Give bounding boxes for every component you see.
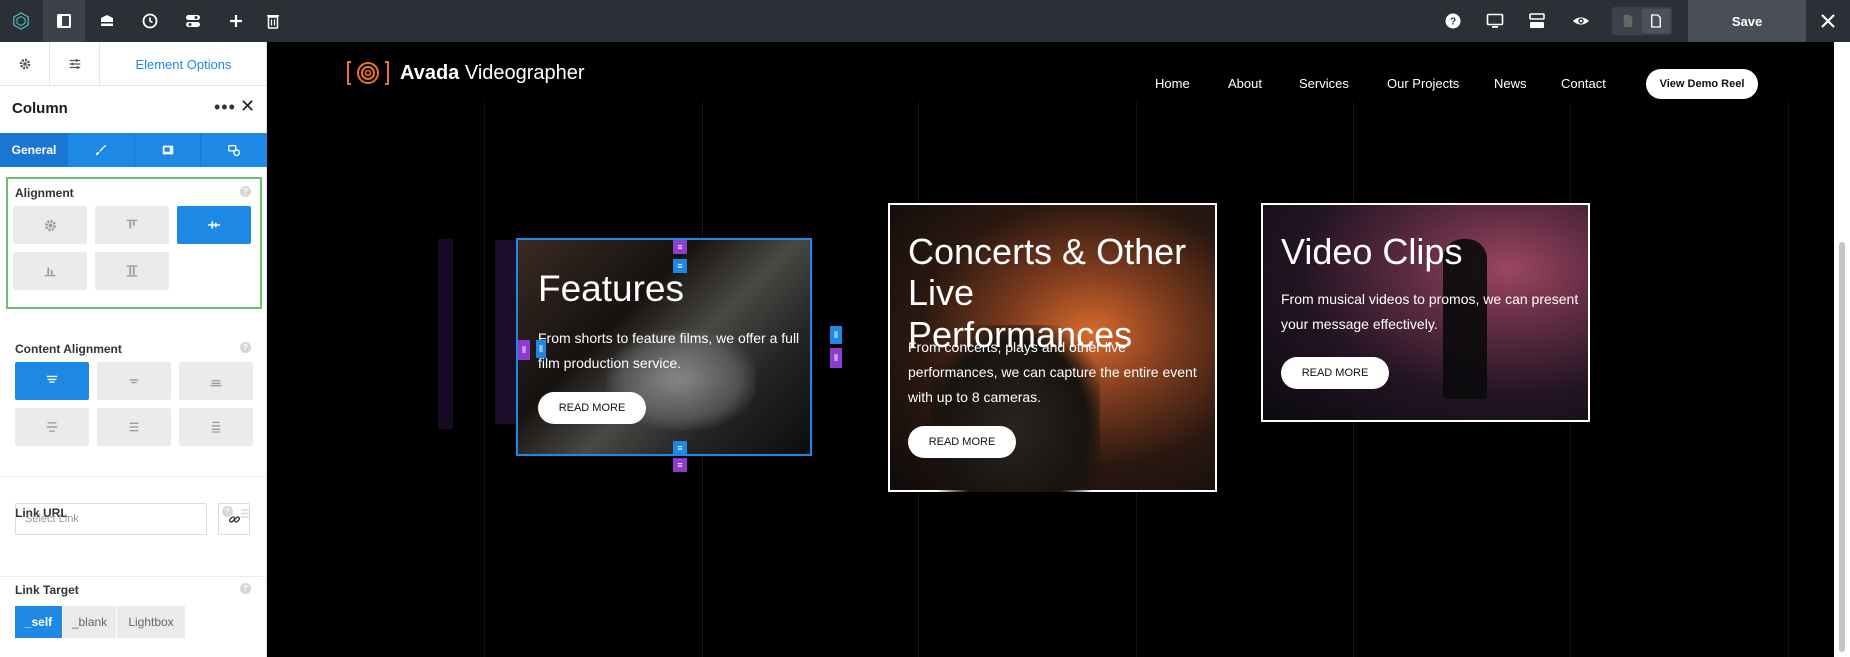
card-title: Video Clips xyxy=(1281,231,1463,272)
move-handle-icon[interactable]: ≡ xyxy=(673,240,687,254)
align-default-button[interactable] xyxy=(13,206,87,244)
sidebar-tabs: Element Options xyxy=(0,42,266,86)
margin-handle-icon[interactable]: ≡ xyxy=(673,458,687,472)
page-icon[interactable] xyxy=(1614,9,1642,33)
view-demo-reel-button[interactable]: View Demo Reel xyxy=(1646,69,1758,99)
svg-text:?: ? xyxy=(1450,17,1456,28)
panel-title: Column xyxy=(12,100,68,117)
grid-line xyxy=(1788,102,1789,657)
grid-line xyxy=(484,102,485,657)
alignment-label: Alignment xyxy=(15,186,74,200)
nav-services[interactable]: Services xyxy=(1299,76,1349,91)
save-button[interactable]: Save xyxy=(1688,0,1806,42)
video-clips-card[interactable]: Video Clips From musical videos to promo… xyxy=(1261,203,1590,422)
link-icon[interactable] xyxy=(218,503,250,535)
link-target-blank-button[interactable]: _blank xyxy=(63,606,116,638)
content-align-top-button[interactable] xyxy=(15,362,89,400)
help-icon[interactable]: ? xyxy=(240,342,251,353)
concerts-card[interactable]: Concerts & Other Live Performances From … xyxy=(888,203,1217,492)
alignment-section: Alignment ? xyxy=(6,177,262,309)
resize-handle-icon[interactable]: ⦀ xyxy=(830,326,842,344)
site-name: Avada Videographer xyxy=(400,61,585,84)
content-alignment-label: Content Alignment xyxy=(15,342,122,356)
builder-options-icon[interactable] xyxy=(172,0,214,42)
library-icon[interactable] xyxy=(86,0,128,42)
delete-icon[interactable] xyxy=(252,0,294,42)
card-text: From shorts to feature films, we offer a… xyxy=(538,330,800,371)
scrollbar-thumb[interactable] xyxy=(1839,242,1845,652)
content-alignment-section: Content Alignment ? xyxy=(0,324,267,477)
read-more-button[interactable]: READ MORE xyxy=(908,426,1016,458)
help-icon[interactable]: ? xyxy=(240,583,251,594)
card-text: From concerts, plays and other live perf… xyxy=(908,339,1197,405)
desktop-icon[interactable] xyxy=(1474,0,1516,42)
layout-icon[interactable] xyxy=(1516,0,1558,42)
close-icon[interactable] xyxy=(1806,0,1850,42)
sidebar-toggle-icon[interactable] xyxy=(43,0,85,42)
card-text: From musical videos to promos, we can pr… xyxy=(1281,291,1579,332)
padding-handle-icon[interactable]: ≡ xyxy=(673,441,687,455)
page-active-icon[interactable] xyxy=(1642,9,1670,33)
read-more-button[interactable]: READ MORE xyxy=(1281,357,1389,389)
nav-our-projects[interactable]: Our Projects xyxy=(1387,76,1459,91)
card-title: Features xyxy=(538,268,685,309)
media-icon[interactable] xyxy=(134,133,200,167)
page-preview: Avada Videographer Home About Services O… xyxy=(268,42,1834,657)
panel-header: Column ••• ✕ xyxy=(0,86,266,130)
help-icon[interactable]: ? xyxy=(240,186,251,197)
option-tabs: General xyxy=(0,133,267,167)
gear-icon[interactable] xyxy=(0,42,50,86)
element-options-sidebar: Element Options Column ••• ✕ General Ali… xyxy=(0,42,267,657)
nav-news[interactable]: News xyxy=(1494,76,1527,91)
more-options-icon[interactable]: ••• xyxy=(214,97,236,118)
help-icon[interactable]: ? xyxy=(1432,0,1474,42)
resize-handle-icon[interactable]: ⦀ xyxy=(536,340,546,358)
extras-icon[interactable] xyxy=(200,133,267,167)
nav-about[interactable]: About xyxy=(1228,76,1262,91)
builder-toolbar: ? Save xyxy=(0,0,1850,42)
site-logo[interactable]: Avada Videographer xyxy=(346,60,585,86)
add-icon[interactable] xyxy=(215,0,257,42)
history-icon[interactable] xyxy=(129,0,171,42)
feature-card[interactable]: Features From shorts to feature films, w… xyxy=(516,238,812,456)
align-bottom-button[interactable] xyxy=(13,252,87,290)
content-space-around-button[interactable] xyxy=(97,408,171,446)
padding-handle-icon[interactable]: ≡ xyxy=(673,259,687,273)
read-more-button[interactable]: READ MORE xyxy=(538,392,646,424)
resize-handle-icon[interactable]: ⦀ xyxy=(830,348,842,368)
content-space-evenly-button[interactable] xyxy=(179,408,253,446)
brush-icon[interactable] xyxy=(68,133,134,167)
link-target-self-button[interactable]: _self xyxy=(15,606,62,638)
tab-element-options[interactable]: Element Options xyxy=(100,42,267,86)
tab-general[interactable]: General xyxy=(0,133,68,167)
align-top-button[interactable] xyxy=(95,206,169,244)
resize-handle-icon[interactable]: ⦀ xyxy=(518,340,530,360)
nav-contact[interactable]: Contact xyxy=(1561,76,1606,91)
preview-icon[interactable] xyxy=(1560,0,1602,42)
link-url-input[interactable]: Select Link xyxy=(15,503,207,535)
avada-logo-icon[interactable] xyxy=(0,0,42,42)
content-align-middle-button[interactable] xyxy=(97,362,171,400)
align-center-button[interactable] xyxy=(177,206,251,244)
align-stretch-button[interactable] xyxy=(95,252,169,290)
link-target-label: Link Target xyxy=(15,583,79,597)
column-margin xyxy=(438,239,453,429)
page-view-toggle xyxy=(1612,7,1672,35)
sliders-icon[interactable] xyxy=(50,42,100,86)
camera-logo-icon xyxy=(347,61,389,85)
link-target-lightbox-button[interactable]: Lightbox xyxy=(117,606,185,638)
content-align-bottom-button[interactable] xyxy=(179,362,253,400)
nav-home[interactable]: Home xyxy=(1155,76,1190,91)
content-space-between-button[interactable] xyxy=(15,408,89,446)
panel-close-icon[interactable]: ✕ xyxy=(240,96,255,117)
